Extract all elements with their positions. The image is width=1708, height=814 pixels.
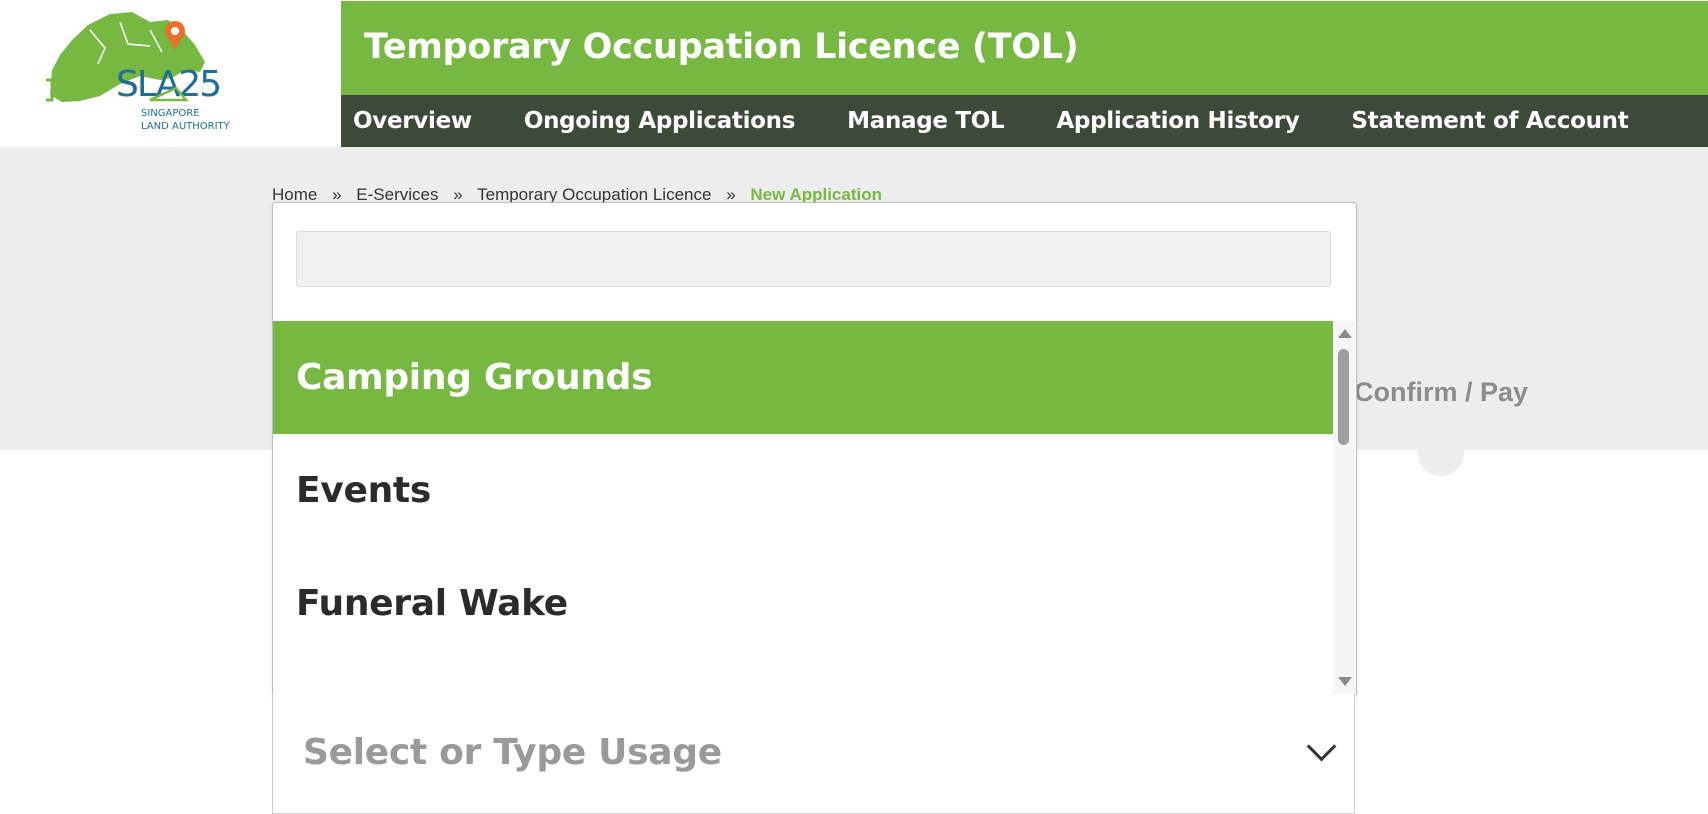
sla-logo-graphic: SLA25 SINGAPORE LAND AUTHORITY [46,12,231,132]
scroll-up-icon[interactable] [1338,329,1352,338]
options-scrollbar[interactable] [1333,321,1355,694]
scroll-down-icon[interactable] [1338,677,1352,686]
nav-item-application-history[interactable]: Application History [1044,108,1325,134]
nav-item-statement-of-account[interactable]: Statement of Account [1339,108,1654,134]
logo-org-line1: SINGAPORE [141,108,200,119]
step-confirm-pay-label: Confirm / Pay [1354,377,1529,407]
nav-item-ongoing-applications[interactable]: Ongoing Applications [512,108,821,134]
option-camping-grounds[interactable]: Camping Grounds [273,321,1333,434]
usage-search-input[interactable] [296,231,1331,287]
usage-dropdown-panel: Camping Grounds Events Funeral Wake [272,202,1357,696]
option-events[interactable]: Events [273,434,1333,547]
option-funeral-wake[interactable]: Funeral Wake [273,547,1333,660]
nav-item-manage-tol[interactable]: Manage TOL [835,108,1030,134]
nav-item-overview[interactable]: Overview [341,108,498,134]
usage-select-placeholder: Select or Type Usage [303,732,722,773]
page-header: Temporary Occupation Licence (TOL) [341,1,1708,95]
step-indicator-circle [1418,430,1464,476]
page-title: Temporary Occupation Licence (TOL) [364,27,1079,67]
logo-org-line2: LAND AUTHORITY [141,121,231,132]
usage-select[interactable]: Select or Type Usage [272,694,1355,814]
main-nav: Overview Ongoing Applications Manage TOL… [341,95,1708,147]
sla-logo[interactable]: SLA25 SINGAPORE LAND AUTHORITY [0,0,341,147]
chevron-down-icon[interactable] [1306,731,1337,762]
usage-options-list: Camping Grounds Events Funeral Wake [273,321,1333,694]
scroll-thumb[interactable] [1338,349,1349,445]
